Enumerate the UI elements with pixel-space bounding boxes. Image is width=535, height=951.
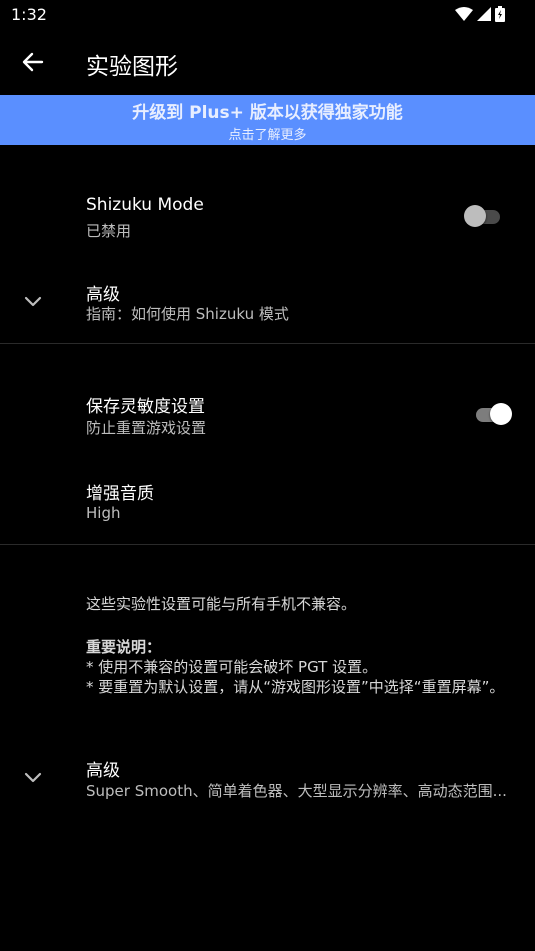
save-sensitivity-title: 保存灵敏度设置 (86, 397, 205, 417)
upgrade-banner-subtitle: 点击了解更多 (228, 128, 307, 143)
upgrade-banner[interactable]: 升级到 Plus+ 版本以获得独家功能 点击了解更多 (0, 95, 535, 145)
switch-thumb (490, 403, 512, 425)
save-sensitivity-switch[interactable] (474, 402, 514, 426)
status-icons (455, 6, 505, 22)
battery-charging-icon (495, 6, 505, 22)
save-sensitivity-row[interactable]: 保存灵敏度设置 防止重置游戏设置 (0, 383, 535, 447)
important-note-1: * 使用不兼容的设置可能会破坏 PGT 设置。 (86, 658, 378, 676)
switch-thumb (464, 205, 486, 227)
important-note-2: * 要重置为默认设置，请从“游戏图形设置”中选择“重置屏幕”。 (86, 678, 505, 696)
shizuku-mode-title: Shizuku Mode (86, 195, 204, 215)
enhanced-audio-row[interactable]: 增强音质 High (0, 470, 535, 532)
enhanced-audio-value: High (86, 504, 121, 522)
important-label: 重要说明： (86, 638, 162, 656)
shizuku-mode-status: 已禁用 (86, 222, 132, 240)
graphics-advanced-row[interactable]: 高级 Super Smooth、简单着色器、大型显示分辨率、高动态范围... (0, 747, 535, 811)
arrow-back-icon (22, 52, 44, 72)
page-title: 实验图形 (86, 54, 178, 80)
divider (0, 343, 535, 344)
divider (0, 544, 535, 545)
save-sensitivity-subtitle: 防止重置游戏设置 (86, 419, 207, 437)
status-bar: 1:32 (0, 0, 535, 30)
chevron-down-icon (24, 296, 42, 307)
graphics-advanced-title: 高级 (86, 761, 120, 781)
graphics-advanced-summary: Super Smooth、简单着色器、大型显示分辨率、高动态范围... (86, 782, 507, 800)
shizuku-advanced-title: 高级 (86, 285, 120, 305)
shizuku-mode-row[interactable]: Shizuku Mode 已禁用 (0, 185, 535, 249)
wifi-icon (455, 7, 473, 21)
enhanced-audio-title: 增强音质 (86, 484, 154, 504)
shizuku-mode-switch[interactable] (464, 204, 504, 228)
info-text: 这些实验性设置可能与所有手机不兼容。 (86, 595, 357, 613)
cellular-signal-icon (477, 7, 491, 21)
upgrade-banner-title: 升级到 Plus+ 版本以获得独家功能 (132, 103, 403, 123)
status-time: 1:32 (11, 5, 47, 24)
shizuku-guide-link: 指南：如何使用 Shizuku 模式 (86, 305, 289, 323)
back-button[interactable] (18, 47, 48, 77)
shizuku-advanced-row[interactable]: 高级 指南：如何使用 Shizuku 模式 (0, 272, 535, 336)
chevron-down-icon (24, 772, 42, 783)
app-bar: 实验图形 (0, 30, 535, 94)
